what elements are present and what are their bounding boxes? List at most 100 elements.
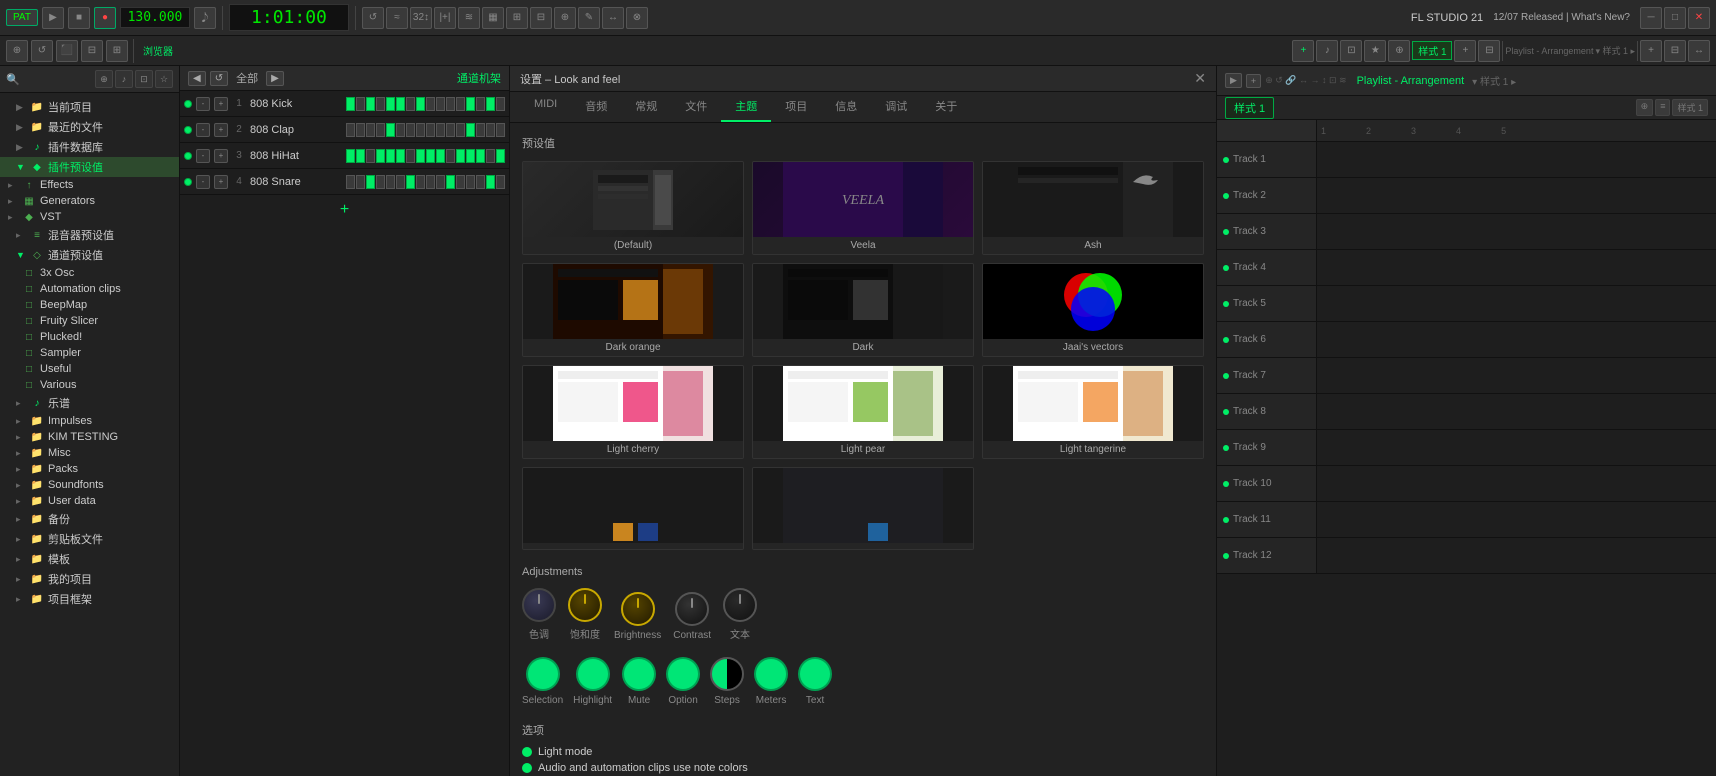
ch-pad-3-5[interactable] <box>386 149 395 163</box>
sidebar-item-generators[interactable]: ▸▦Generators <box>0 193 179 209</box>
option-radio-note-colors[interactable] <box>522 763 532 773</box>
ch-pad-2-12[interactable] <box>456 123 465 137</box>
tab-project[interactable]: 项目 <box>771 92 821 122</box>
ch-pad-2-7[interactable] <box>406 123 415 137</box>
pl-track-name-6[interactable]: Track 6 <box>1217 322 1317 357</box>
tb2-r4[interactable]: ⊕ <box>1388 40 1410 62</box>
tool11[interactable]: ↔ <box>602 7 624 29</box>
pl-track-name-1[interactable]: Track 1 <box>1217 142 1317 177</box>
tb2-far1[interactable]: + <box>1640 40 1662 62</box>
ch-pad-3-4[interactable] <box>376 149 385 163</box>
ch-plus-3[interactable]: + <box>214 149 228 163</box>
ch-add-btn[interactable]: + <box>180 195 509 225</box>
pl-track-content-1[interactable] <box>1317 142 1716 177</box>
sb-icon4[interactable]: ☆ <box>155 70 173 88</box>
ch-pad-2-13[interactable] <box>466 123 475 137</box>
ch-pad-4-8[interactable] <box>416 175 425 189</box>
ch-prev-btn[interactable]: ◀ <box>188 71 206 86</box>
ch-pad-3-6[interactable] <box>396 149 405 163</box>
pl-track-content-8[interactable] <box>1317 394 1716 429</box>
ch-pad-4-2[interactable] <box>356 175 365 189</box>
tb2-right1[interactable]: + <box>1454 40 1476 62</box>
ch-pad-3-15[interactable] <box>486 149 495 163</box>
preset-ash[interactable]: Ash <box>982 161 1204 255</box>
tab-general[interactable]: 常规 <box>621 92 671 122</box>
color-circle-highlight[interactable] <box>576 657 610 691</box>
close-btn[interactable]: ✕ <box>1688 7 1710 29</box>
pl-track-name-4[interactable]: Track 4 <box>1217 250 1317 285</box>
laf-close-btn[interactable]: ✕ <box>1194 70 1206 87</box>
ch-name-2[interactable]: 808 Clap <box>250 124 342 136</box>
tb2-right2[interactable]: ⊟ <box>1478 40 1500 62</box>
ch-next-btn[interactable]: ▶ <box>266 71 284 86</box>
ch-pad-3-9[interactable] <box>426 149 435 163</box>
ch-pad-4-3[interactable] <box>366 175 375 189</box>
tb2-r2[interactable]: ⊡ <box>1340 40 1362 62</box>
ch-led-4[interactable] <box>184 178 192 186</box>
metronome-btn[interactable]: 𝅘𝅥𝅮 <box>194 7 216 29</box>
pl-track-content-9[interactable] <box>1317 430 1716 465</box>
record-btn[interactable]: ● <box>94 7 116 29</box>
ch-led-3[interactable] <box>184 152 192 160</box>
preset-default[interactable]: (Default) <box>522 161 744 255</box>
sidebar-item-backup[interactable]: ▸📁备份 <box>0 509 179 529</box>
ch-minus-1[interactable]: - <box>196 97 210 111</box>
ch-pad-2-4[interactable] <box>376 123 385 137</box>
knob-saturation-circle[interactable] <box>568 588 602 622</box>
sidebar-item-plugin-presets[interactable]: ▼◆插件预设值 <box>0 157 179 177</box>
minimize-btn[interactable]: ─ <box>1640 7 1662 29</box>
play-btn[interactable]: ▶ <box>42 7 64 29</box>
tb2-3[interactable]: ⬛ <box>56 40 78 62</box>
ch-pad-3-2[interactable] <box>356 149 365 163</box>
pl-track-name-8[interactable]: Track 8 <box>1217 394 1317 429</box>
pl-track-name-10[interactable]: Track 10 <box>1217 466 1317 501</box>
color-circle-text[interactable] <box>798 657 832 691</box>
preset-veela[interactable]: VEELA Veela <box>752 161 974 255</box>
rm-btn2[interactable]: ≡ <box>1655 99 1670 116</box>
ch-pad-4-1[interactable] <box>346 175 355 189</box>
sb-icon1[interactable]: ⊕ <box>95 70 113 88</box>
knob-contrast-circle[interactable] <box>675 592 709 626</box>
ch-pad-3-13[interactable] <box>466 149 475 163</box>
tool8[interactable]: ⊟ <box>530 7 552 29</box>
sidebar-item-plucked[interactable]: □Plucked! <box>0 329 179 345</box>
ch-led-2[interactable] <box>184 126 192 134</box>
ch-pad-1-12[interactable] <box>456 97 465 111</box>
pl-track-content-2[interactable] <box>1317 178 1716 213</box>
tb2-4[interactable]: ⊟ <box>81 40 103 62</box>
sidebar-item-vst[interactable]: ▸◆VST <box>0 209 179 225</box>
ch-pad-2-15[interactable] <box>486 123 495 137</box>
tool12[interactable]: ⊗ <box>626 7 648 29</box>
sidebar-item-project-frames[interactable]: ▸📁项目框架 <box>0 589 179 609</box>
ch-pad-3-12[interactable] <box>456 149 465 163</box>
ch-pad-1-8[interactable] <box>416 97 425 111</box>
sidebar-item-channel-presets[interactable]: ▼◇通道预设值 <box>0 245 179 265</box>
sb-icon2[interactable]: ♪ <box>115 70 133 88</box>
pattern-label[interactable]: 样式 1 <box>1225 97 1274 119</box>
sidebar-item-beepmap[interactable]: □BeepMap <box>0 297 179 313</box>
tab-midi[interactable]: MIDI <box>520 92 571 122</box>
ch-pad-1-13[interactable] <box>466 97 475 111</box>
option-note-colors[interactable]: Audio and automation clips use note colo… <box>522 762 1204 774</box>
sidebar-item-kim[interactable]: ▸📁KIM TESTING <box>0 429 179 445</box>
pl-track-content-7[interactable] <box>1317 358 1716 393</box>
ch-pad-2-11[interactable] <box>446 123 455 137</box>
pl-track-name-3[interactable]: Track 3 <box>1217 214 1317 249</box>
ch-minus-3[interactable]: - <box>196 149 210 163</box>
color-circle-option[interactable] <box>666 657 700 691</box>
tab-info[interactable]: 信息 <box>821 92 871 122</box>
color-circle-mute[interactable] <box>622 657 656 691</box>
pl-track-content-3[interactable] <box>1317 214 1716 249</box>
ch-plus-4[interactable]: + <box>214 175 228 189</box>
ch-pad-1-11[interactable] <box>446 97 455 111</box>
tb2-5[interactable]: ⊞ <box>106 40 128 62</box>
ch-pad-2-8[interactable] <box>416 123 425 137</box>
option-radio-light-mode[interactable] <box>522 747 532 757</box>
ch-minus-2[interactable]: - <box>196 123 210 137</box>
stop-btn[interactable]: ■ <box>68 7 90 29</box>
preset-more-a[interactable] <box>522 467 744 550</box>
rm-btn3[interactable]: 样式 1 <box>1672 99 1708 116</box>
tool1[interactable]: ↺ <box>362 7 384 29</box>
ch-pad-1-10[interactable] <box>436 97 445 111</box>
ch-pad-1-7[interactable] <box>406 97 415 111</box>
